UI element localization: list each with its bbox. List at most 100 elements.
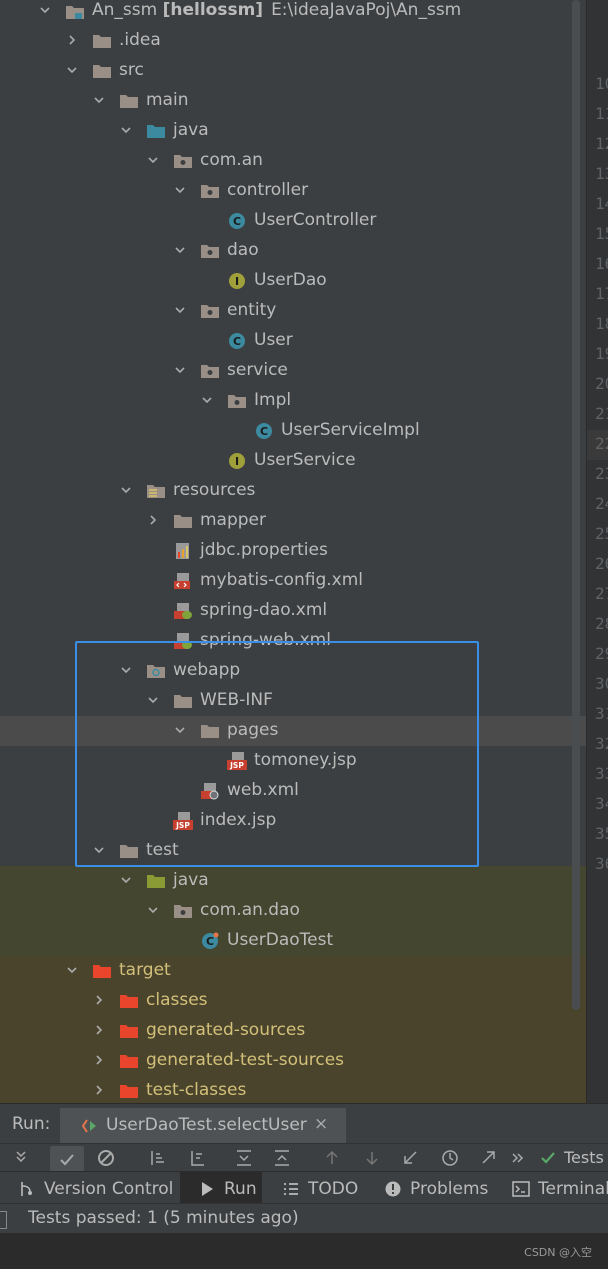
tree-row-label: dao (227, 240, 259, 260)
chevron-down-icon[interactable] (67, 65, 77, 75)
tree-scrollbar[interactable] (570, 0, 584, 1010)
chevron-down-icon[interactable] (175, 305, 185, 315)
excluded-folder-icon (120, 1085, 138, 1098)
show-passed-toggle[interactable] (50, 1146, 84, 1172)
tree-row-userserviceimpl[interactable]: C UserServiceImpl (0, 416, 586, 446)
tree-row-an-ssm[interactable]: An_ssm [hellossm] E:\ideaJavaPoj\An_ssm (0, 0, 586, 26)
tree-row-spring-dao-xml[interactable]: spring-dao.xml (0, 596, 586, 626)
line-number: 29 (595, 644, 608, 663)
chevron-down-icon[interactable] (40, 5, 50, 15)
tree-row-label: spring-dao.xml (200, 600, 328, 620)
run-config-tab[interactable]: UserDaoTest.selectUser × (60, 1108, 346, 1147)
watermark: CSDN @入空 (524, 1246, 592, 1259)
tree-row-java[interactable]: java (0, 866, 586, 896)
package-icon (228, 395, 246, 408)
close-tab-icon[interactable]: × (314, 1114, 328, 1134)
chevron-right-icon[interactable] (94, 1085, 104, 1095)
tree-row-target[interactable]: target (0, 956, 586, 986)
chevron-right-icon[interactable] (67, 35, 77, 45)
tree-row-com-an-dao[interactable]: com.an.dao (0, 896, 586, 926)
tree-row-user[interactable]: C User (0, 326, 586, 356)
sort-alphabetically-icon[interactable] (148, 1148, 168, 1168)
tree-row-usercontroller[interactable]: C UserController (0, 206, 586, 236)
tree-row-com-an[interactable]: com.an (0, 146, 586, 176)
chevron-down-icon[interactable] (202, 395, 212, 405)
tree-row-label: User (254, 330, 293, 350)
line-number: 31 (595, 704, 608, 723)
run-config-icon (82, 1119, 96, 1133)
tree-row-jdbc-properties[interactable]: jdbc.properties (0, 536, 586, 566)
tree-row-resources[interactable]: resources (0, 476, 586, 506)
tree-row-userdao[interactable]: I UserDao (0, 266, 586, 296)
tree-row-impl[interactable]: Impl (0, 386, 586, 416)
tests-passed-icon (541, 1152, 555, 1164)
project-path: E:\ideaJavaPoj\An_ssm (271, 0, 462, 20)
tree-row-generated-test-sources[interactable]: generated-test-sources (0, 1046, 586, 1076)
tree-row--idea[interactable]: .idea (0, 26, 586, 56)
tree-row-userservice[interactable]: I UserService (0, 446, 586, 476)
tree-row-dao[interactable]: dao (0, 236, 586, 266)
previous-failed-icon[interactable] (322, 1148, 342, 1168)
xml-file-icon (174, 573, 190, 589)
collapse-all-icon[interactable] (272, 1148, 292, 1168)
line-number: 22 (595, 434, 608, 453)
tree-row-mapper[interactable]: mapper (0, 506, 586, 536)
tree-row-mybatis-config-xml[interactable]: mybatis-config.xml (0, 566, 586, 596)
tree-row-java[interactable]: java (0, 116, 586, 146)
tree-row-entity[interactable]: entity (0, 296, 586, 326)
folder-icon (174, 515, 192, 528)
line-number: 25 (595, 524, 608, 543)
chevron-right-icon[interactable] (94, 1025, 104, 1035)
tree-row-label: com.an.dao (200, 900, 300, 920)
chevron-down-icon[interactable] (175, 365, 185, 375)
tree-row-label: UserDao (254, 270, 327, 290)
chevron-down-icon[interactable] (175, 245, 185, 255)
chevron-down-icon[interactable] (67, 965, 77, 975)
history-icon[interactable] (440, 1148, 460, 1168)
tree-row-label: .idea (119, 30, 161, 50)
tree-scrollbar-thumb[interactable] (572, 0, 580, 1010)
chevron-down-icon[interactable] (121, 875, 131, 885)
project-tree[interactable]: An_ssm [hellossm] E:\ideaJavaPoj\An_ssm .i… (0, 0, 586, 1103)
chevron-down-icon[interactable] (121, 125, 131, 135)
tree-row-src[interactable]: src (0, 56, 586, 86)
line-number: 26 (595, 554, 608, 573)
bottom-tab-version-control[interactable]: Version Control (0, 1172, 180, 1204)
import-tests-icon[interactable] (400, 1148, 420, 1168)
bottom-tab-problems[interactable]: Problems (366, 1172, 492, 1204)
chevron-right-icon[interactable] (94, 995, 104, 1005)
chevron-down-icon[interactable] (175, 185, 185, 195)
package-icon (201, 305, 219, 318)
bottom-tab-run[interactable]: Run (180, 1172, 262, 1204)
next-failed-icon[interactable] (362, 1148, 382, 1168)
chevron-down-icon[interactable] (121, 485, 131, 495)
chevron-down-icon[interactable] (148, 155, 158, 165)
bottom-tab-todo[interactable]: TODO (264, 1172, 368, 1204)
bottom-tab-terminal[interactable]: Terminal (494, 1172, 608, 1204)
tree-row-controller[interactable]: controller (0, 176, 586, 206)
tree-row-main[interactable]: main (0, 86, 586, 116)
tree-row-generated-sources[interactable]: generated-sources (0, 1016, 586, 1046)
export-tests-icon[interactable] (478, 1148, 498, 1168)
sort-by-duration-icon[interactable] (188, 1148, 208, 1168)
tree-row-label: Impl (254, 390, 292, 410)
expand-all-icon[interactable] (234, 1148, 254, 1168)
tree-row-label: java (173, 870, 209, 890)
tree-row-service[interactable]: service (0, 356, 586, 386)
test-class-icon: C (202, 932, 219, 949)
chevron-down-icon[interactable] (94, 95, 104, 105)
more-chevron-icon[interactable] (508, 1148, 528, 1168)
line-number: 17 (595, 284, 608, 303)
line-number: 24 (595, 494, 608, 513)
tree-row-test-classes[interactable]: test-classes (0, 1076, 586, 1103)
line-number: 21 (595, 404, 608, 423)
tree-row-userdaotest[interactable]: C UserDaoTest (0, 926, 586, 956)
double-chevron-icon[interactable] (12, 1148, 32, 1168)
tree-row-classes[interactable]: classes (0, 986, 586, 1016)
chevron-down-icon[interactable] (148, 905, 158, 915)
chevron-right-icon[interactable] (148, 515, 158, 525)
show-ignored-icon[interactable] (96, 1148, 116, 1168)
run-toolbar: Tests (0, 1143, 608, 1172)
chevron-right-icon[interactable] (94, 1055, 104, 1065)
line-number: 23 (595, 464, 608, 483)
